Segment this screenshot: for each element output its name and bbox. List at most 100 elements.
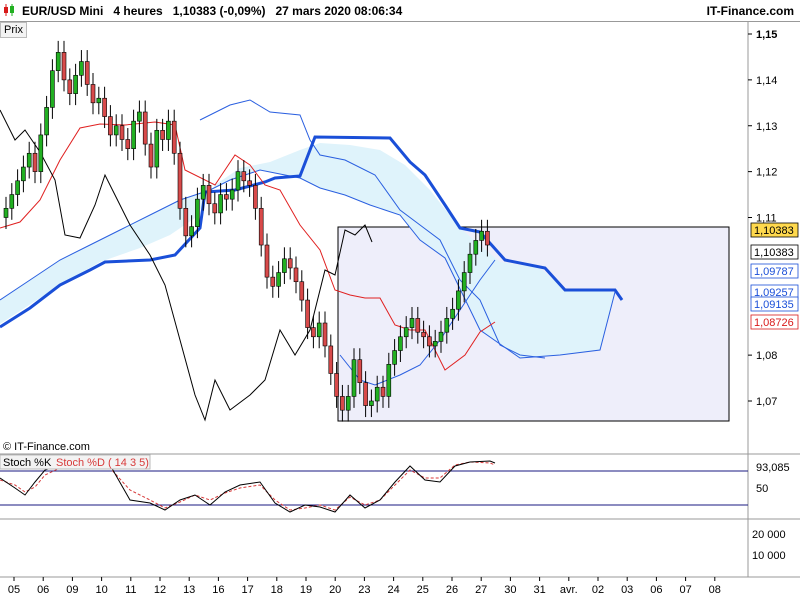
candle-body	[287, 258, 293, 269]
x-tick-label: 02	[592, 584, 604, 596]
y-tick-label: 1,12	[756, 167, 777, 179]
x-tick-label: 26	[446, 584, 458, 596]
candle-body	[218, 194, 223, 214]
candle-body	[311, 327, 316, 338]
x-tick-label: 20	[329, 584, 341, 596]
candle-body	[200, 185, 206, 200]
stoch-k-legend[interactable]: Stoch %K	[3, 457, 52, 469]
candle-body	[438, 331, 444, 342]
candle-body	[276, 272, 281, 287]
candle-body	[264, 244, 270, 278]
candle-body	[293, 267, 299, 283]
candle-body	[380, 386, 386, 397]
x-tick-label: 13	[183, 584, 195, 596]
y-tick-label: 1,15	[756, 29, 777, 41]
candle-body	[247, 180, 252, 186]
x-tick-label: 31	[533, 584, 545, 596]
candle-body	[212, 203, 218, 214]
candle-body	[102, 97, 107, 117]
candle-body	[427, 336, 432, 347]
candle-body	[305, 299, 310, 328]
candle-body	[253, 185, 258, 209]
candle-body	[166, 120, 171, 140]
y-tick-label: 1,08	[756, 350, 777, 362]
stoch-value-label: 93,085	[756, 462, 790, 474]
candle-body	[456, 290, 461, 310]
candle-body	[61, 52, 67, 81]
candle-body	[357, 359, 363, 383]
candle-body	[90, 84, 96, 104]
x-tick-label: 16	[212, 584, 224, 596]
x-tick-label: 09	[66, 584, 78, 596]
x-tick-label: 18	[271, 584, 283, 596]
candle-body	[189, 226, 194, 237]
candle-body	[84, 61, 90, 85]
candle-body	[351, 359, 357, 397]
candle-body	[154, 130, 160, 168]
candle-body	[148, 143, 154, 168]
candle-body	[195, 198, 200, 227]
candle-body	[345, 396, 351, 411]
candle-body	[229, 189, 235, 200]
candle-body	[241, 171, 247, 182]
candle-body	[50, 70, 55, 108]
price-axis: 1,151,141,131,121,111,081,07	[748, 29, 777, 408]
candle-body	[160, 130, 165, 140]
candle-body	[450, 308, 455, 319]
x-tick-label: 10	[95, 584, 107, 596]
candle-body	[432, 341, 438, 347]
candle-body	[224, 194, 229, 200]
candle-body	[461, 272, 467, 292]
x-tick-label: 06	[650, 584, 662, 596]
price-label-text: 1,09787	[754, 266, 794, 278]
candle-body	[32, 152, 38, 172]
candle-body	[55, 52, 61, 71]
time-axis: 05 06 09 10 11 12 13 16 17 18 19 20 23 24 25 26 27 30 31 av…	[8, 577, 721, 596]
candle-body	[119, 125, 125, 140]
candle-body	[328, 345, 334, 374]
candle-body	[340, 396, 345, 411]
candle-body	[258, 208, 264, 246]
volume-tick-10000: 10 000	[752, 550, 786, 562]
price-label-text: 1,08726	[754, 317, 794, 329]
candle-body	[9, 194, 15, 209]
y-tick-label: 1,14	[756, 75, 777, 87]
candle-body	[113, 125, 119, 136]
candle-body	[131, 120, 136, 149]
candle-body	[282, 258, 287, 273]
candle-body	[421, 331, 426, 338]
chart-area[interactable]: 1,151,141,131,121,111,081,07 1,103831,10…	[0, 0, 800, 600]
candle-body	[363, 382, 368, 406]
price-label-text: 1,09135	[754, 299, 794, 311]
candle-body	[183, 208, 189, 237]
candle-body	[79, 61, 84, 76]
candle-body	[467, 253, 473, 273]
x-tick-label: 05	[8, 584, 20, 596]
candle-body	[403, 327, 409, 338]
candle-body	[21, 166, 26, 182]
candle-body	[206, 185, 212, 205]
candle-body	[316, 322, 322, 338]
x-tick-label: 25	[417, 584, 429, 596]
x-tick-label: 23	[358, 584, 370, 596]
volume-tick-20000: 20 000	[752, 529, 786, 541]
candle-body	[473, 240, 479, 255]
candle-body	[67, 79, 73, 94]
candle-body	[444, 318, 450, 333]
stoch-d-legend[interactable]: Stoch %D ( 14 3 5)	[56, 457, 149, 469]
x-tick-label: 06	[37, 584, 49, 596]
y-tick-label: 1,07	[756, 396, 777, 408]
candle-body	[398, 336, 403, 351]
candle-body	[392, 350, 397, 365]
x-tick-label: 19	[300, 584, 312, 596]
candle-body	[171, 120, 177, 154]
price-label-text: 1,10383	[754, 225, 794, 237]
candle-body	[3, 208, 9, 218]
price-label-text: 1,10383	[754, 247, 794, 259]
x-tick-label: 11	[125, 584, 136, 596]
candle-body	[108, 116, 113, 136]
candle-body	[235, 171, 241, 191]
x-tick-label: 12	[154, 584, 166, 596]
candle-body	[386, 363, 392, 397]
x-tick-label: 27	[475, 584, 487, 596]
